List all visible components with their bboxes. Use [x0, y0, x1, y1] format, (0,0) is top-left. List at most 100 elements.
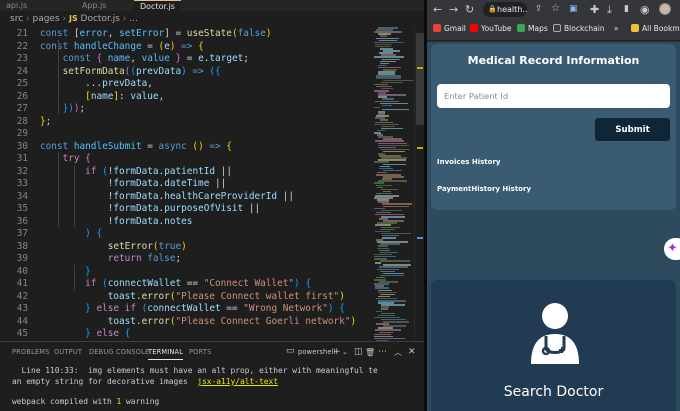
breadcrumb-symbol[interactable]: ...	[129, 14, 138, 24]
browser-toolbar: ← → ↻ 🔒 health... ⇪ ☆ ▣ ✚ ⤓ ▮ ◉	[427, 0, 680, 19]
terminal-icon: ▭	[286, 346, 295, 356]
minimap[interactable]	[374, 27, 414, 342]
bookmark-all-bookmarks[interactable]: All Bookmar	[631, 24, 680, 33]
code-line[interactable]: 23 const { name, value } = e.target;	[0, 52, 372, 65]
bookmark-star-icon[interactable]: ☆	[551, 3, 560, 14]
invoices-history-link[interactable]: Invoices History	[437, 158, 500, 166]
bookmark-label: All Bookmar	[642, 24, 680, 33]
editor-scrollbar[interactable]	[414, 27, 424, 341]
line-number: 28	[16, 115, 28, 127]
code-line[interactable]: 37 ) {	[0, 227, 372, 240]
code-text: ...prevData,	[40, 77, 153, 90]
code-line[interactable]: 39 return false;	[0, 252, 372, 265]
url-text[interactable]: health...	[497, 5, 527, 14]
split-terminal-icon[interactable]: ◫	[354, 347, 363, 357]
bookmark-youtube[interactable]: YouTube	[470, 24, 512, 33]
reading-list-icon[interactable]: ▮	[624, 4, 629, 14]
code-text: toast.error("Please Connect Goerli netwo…	[40, 315, 356, 328]
patient-id-input[interactable]	[437, 84, 670, 108]
line-number: 39	[16, 253, 28, 264]
code-token: =	[181, 53, 199, 64]
code-line[interactable]: 22 const handleChange = (e) => {	[0, 40, 372, 53]
close-icon[interactable]: ✕	[408, 347, 416, 357]
breadcrumb-pages[interactable]: pages	[32, 14, 59, 24]
code-line[interactable]: 30 const handleSubmit = async () => {	[0, 140, 372, 153]
address-bar[interactable]: 🔒 health...	[483, 2, 527, 17]
code-editor[interactable]: 21 const [error, setError] = useState(fal…	[0, 27, 372, 352]
breadcrumb-src[interactable]: src	[10, 14, 23, 24]
submit-button[interactable]: Submit	[595, 118, 670, 141]
code-line[interactable]: 25 ...prevData,	[0, 77, 372, 90]
trash-icon[interactable]: 🗑	[365, 348, 375, 357]
forward-arrow-icon[interactable]: →	[449, 3, 458, 16]
code-line[interactable]: 32 if (!formData.patientId ||	[0, 165, 372, 178]
sparkle-assistant-icon[interactable]: ✦	[664, 238, 680, 260]
lint-rule-link[interactable]: jsx-a11y/alt-text	[197, 377, 278, 386]
profile-icon[interactable]: ◉	[640, 3, 650, 16]
breadcrumb-file[interactable]: Doctor.js	[81, 14, 120, 24]
code-line[interactable]: 38 setError(true)	[0, 240, 372, 253]
code-token: }	[40, 303, 97, 314]
tab-app-js[interactable]: App.js	[76, 0, 113, 11]
code-token: ||	[243, 203, 261, 214]
code-line[interactable]: 33 !formData.dateTime ||	[0, 177, 372, 190]
code-line[interactable]: 40 }	[0, 265, 372, 278]
tab-ports[interactable]: PORTS	[189, 348, 211, 356]
code-line[interactable]: 42 toast.error("Please Connect wallet fi…	[0, 290, 372, 303]
code-token: setError	[119, 28, 165, 39]
terminal-line: an empty string for decorative images js…	[12, 377, 278, 386]
code-line[interactable]: 44 toast.error("Please Connect Goerli ne…	[0, 315, 372, 328]
code-line[interactable]: 29	[0, 127, 372, 140]
tab-api-js[interactable]: api.js	[0, 0, 33, 11]
more-bookmarks-icon[interactable]: »	[614, 24, 619, 33]
minimap-line	[375, 262, 381, 264]
code-token: notes	[164, 215, 193, 227]
tab-doctor-js[interactable]: Doctor.js	[134, 0, 181, 11]
code-line[interactable]: 31 try {	[0, 152, 372, 165]
reload-icon[interactable]: ↻	[465, 3, 474, 16]
new-terminal-icon[interactable]: +	[333, 347, 341, 357]
payment-history-link[interactable]: PaymentHistory History	[437, 185, 531, 193]
code-line[interactable]: 43 } else if (connectWallet == "Wrong Ne…	[0, 302, 372, 315]
code-token: return	[40, 253, 148, 264]
line-number: 25	[16, 78, 28, 89]
code-line[interactable]: 36 !formData.notes	[0, 215, 372, 228]
search-doctor-card[interactable]: Search Doctor	[431, 280, 676, 411]
tab-debug-console[interactable]: DEBUG CONSOLE	[89, 348, 149, 356]
code-line[interactable]: 26 [name]: value,	[0, 90, 372, 103]
share-icon[interactable]: ⇪	[535, 4, 543, 14]
code-line[interactable]: 27 }));	[0, 102, 372, 115]
code-token: try	[40, 153, 86, 164]
chevron-down-icon[interactable]: ⌄	[342, 348, 348, 356]
tab-problems[interactable]: PROBLEMS	[12, 348, 50, 356]
code-token: toast	[40, 290, 136, 302]
code-token: ,	[130, 53, 142, 64]
bookmark-gmail[interactable]: Gmail	[433, 24, 466, 33]
code-text: const handleSubmit = async () => {	[40, 140, 232, 153]
code-line[interactable]: 21 const [error, setError] = useState(fal…	[0, 27, 372, 40]
back-arrow-icon[interactable]: ←	[433, 3, 442, 16]
code-line[interactable]: 24 setFormData((prevData) => ({	[0, 65, 372, 78]
bookmark-label: Gmail	[444, 24, 466, 33]
code-line[interactable]: 28};	[0, 115, 372, 128]
download-icon[interactable]: ⤓	[607, 3, 612, 17]
avatar[interactable]	[659, 3, 671, 15]
scrollbar-thumb[interactable]	[416, 33, 424, 125]
tab-output[interactable]: OUTPUT	[54, 348, 82, 356]
code-token: ;	[243, 53, 249, 64]
bookmark-blockchain[interactable]: Blockchain	[553, 24, 605, 33]
code-line[interactable]: 41 if (connectWallet == "Connect Wallet"…	[0, 277, 372, 290]
code-line[interactable]: 45 } else {	[0, 327, 372, 340]
code-token: dateTime	[164, 178, 210, 189]
code-line[interactable]: 34 !formData.healthCareProviderId ||	[0, 190, 372, 203]
code-line[interactable]: 35 !formData.purposeOfVisit ||	[0, 202, 372, 215]
bookmark-maps[interactable]: Maps	[517, 24, 548, 33]
more-actions-icon[interactable]: ⋯	[378, 347, 387, 357]
extensions-puzzle-icon[interactable]: ✚	[590, 3, 599, 16]
extension-icon[interactable]: ▣	[569, 4, 578, 14]
maximize-panel-icon[interactable]: ︿	[394, 347, 402, 358]
code-text: if (!formData.patientId ||	[40, 165, 232, 178]
tab-terminal[interactable]: TERMINAL	[148, 348, 184, 360]
terminal-output[interactable]: Line 110:33: img elements must have an a…	[0, 364, 424, 411]
terminal-shell-label[interactable]: powershell	[298, 348, 336, 356]
